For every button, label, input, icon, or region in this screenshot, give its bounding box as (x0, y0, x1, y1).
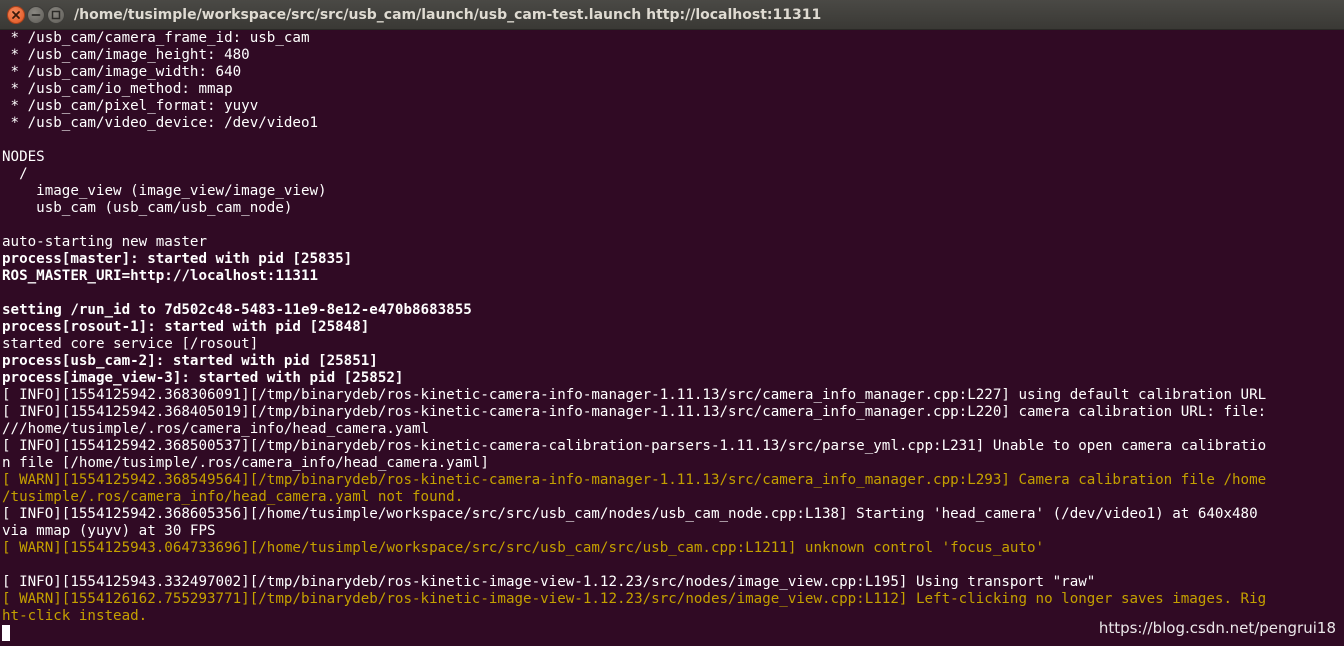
terminal-line: * /usb_cam/io_method: mmap (2, 81, 233, 97)
terminal-line: auto-starting new master (2, 234, 207, 250)
terminal-line: ROS_MASTER_URI=http://localhost:11311 (2, 268, 319, 284)
terminal-line: [ INFO][1554125942.368500537][/tmp/binar… (2, 438, 1267, 454)
minimize-icon (31, 14, 41, 16)
terminal-line: [ WARN][1554126162.755293771][/tmp/binar… (2, 591, 1267, 607)
terminal-line: ///home/tusimple/.ros/camera_info/head_c… (2, 421, 430, 437)
terminal-line: setting /run_id to 7d502c48-5483-11e9-8e… (2, 302, 472, 318)
terminal-line: [ WARN][1554125942.368549564][/tmp/binar… (2, 472, 1267, 488)
terminal-line: process[rosout-1]: started with pid [258… (2, 319, 370, 335)
text-cursor (2, 625, 10, 641)
terminal-line: * /usb_cam/video_device: /dev/video1 (2, 115, 319, 131)
maximize-icon (51, 10, 61, 20)
minimize-button[interactable] (27, 6, 45, 24)
terminal-line: process[usb_cam-2]: started with pid [25… (2, 353, 378, 369)
close-button[interactable] (7, 6, 25, 24)
watermark-text: https://blog.csdn.net/pengrui18 (1098, 619, 1336, 637)
terminal-output[interactable]: * /usb_cam/camera_frame_id: usb_cam * /u… (2, 30, 1342, 646)
terminal-line: /tusimple/.ros/camera_info/head_camera.y… (2, 489, 464, 505)
terminal-line: [ INFO][1554125943.332497002][/tmp/binar… (2, 574, 1096, 590)
maximize-button[interactable] (47, 6, 65, 24)
close-icon (12, 11, 20, 19)
terminal-line: [ WARN][1554125943.064733696][/home/tusi… (2, 540, 1045, 556)
terminal-line: process[image_view-3]: started with pid … (2, 370, 404, 386)
terminal-line: usb_cam (usb_cam/usb_cam_node) (2, 200, 293, 216)
terminal-line: * /usb_cam/camera_frame_id: usb_cam (2, 30, 310, 46)
terminal-line: [ INFO][1554125942.368306091][/tmp/binar… (2, 387, 1267, 403)
terminal-window: /home/tusimple/workspace/src/src/usb_cam… (0, 0, 1344, 646)
terminal-line: [ INFO][1554125942.368405019][/tmp/binar… (2, 404, 1267, 420)
terminal-line: * /usb_cam/pixel_format: yuyv (2, 98, 259, 114)
terminal-line: * /usb_cam/image_height: 480 (2, 47, 250, 63)
window-title: /home/tusimple/workspace/src/src/usb_cam… (74, 7, 822, 23)
title-bar[interactable]: /home/tusimple/workspace/src/src/usb_cam… (0, 0, 1344, 30)
terminal-line: NODES (2, 149, 45, 165)
terminal-line: / (2, 166, 28, 182)
terminal-line: image_view (image_view/image_view) (2, 183, 327, 199)
terminal-line: via mmap (yuyv) at 30 FPS (2, 523, 216, 539)
terminal-line: started core service [/rosout] (2, 336, 259, 352)
terminal-line: n file [/home/tusimple/.ros/camera_info/… (2, 455, 489, 471)
terminal-line: [ INFO][1554125942.368605356][/home/tusi… (2, 506, 1258, 522)
terminal-line: process[master]: started with pid [25835… (2, 251, 353, 267)
terminal-line: * /usb_cam/image_width: 640 (2, 64, 242, 80)
